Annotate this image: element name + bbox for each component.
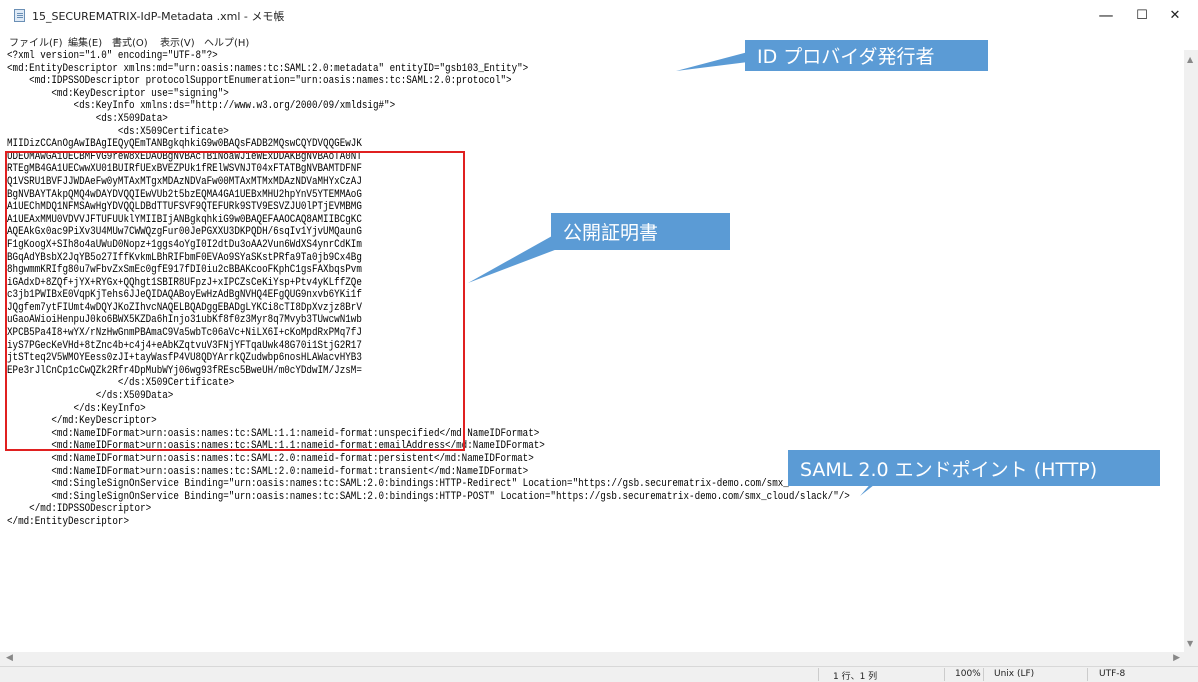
code-line: </md:IDPSSODescriptor> [7, 503, 152, 516]
code-line: <md:SingleSignOnService Binding="urn:oas… [7, 490, 850, 503]
code-line: <?xml version="1.0" encoding="UTF-8"?> [7, 50, 218, 62]
scroll-down-icon[interactable]: ▼ [1187, 639, 1193, 648]
scroll-left-icon[interactable]: ◀ [6, 653, 13, 663]
scroll-right-icon[interactable]: ▶ [1173, 653, 1180, 663]
code-line: <md:NameIDFormat>urn:oasis:names:tc:SAML… [7, 453, 534, 465]
horizontal-scrollbar[interactable]: ◀ ▶ [0, 652, 1184, 666]
title-bar: 15_SECUREMATRIX-IdP-Metadata .xml - メモ帳 … [0, 0, 1198, 30]
window-title: 15_SECUREMATRIX-IdP-Metadata .xml - メモ帳 [32, 10, 285, 23]
menu-format[interactable]: 書式(O) [112, 34, 148, 49]
menu-file[interactable]: ファイル(F) [9, 34, 63, 49]
issuer-callout: ID プロバイダ発行者 [745, 40, 988, 71]
code-line: <md:KeyDescriptor use="signing"> [7, 87, 229, 100]
code-line: <ds:KeyInfo xmlns:ds="http://www.w3.org/… [7, 100, 396, 113]
code-line: <ds:X509Certificate> [7, 125, 229, 138]
code-line: <md:SingleSignOnService Binding="urn:oas… [7, 478, 873, 491]
menu-edit[interactable]: 編集(E) [68, 34, 102, 49]
notepad-icon [14, 9, 25, 22]
code-line: <md:IDPSSODescriptor protocolSupportEnum… [7, 75, 512, 88]
zoom-level: 100% [955, 669, 981, 679]
menu-help[interactable]: ヘルプ(H) [204, 34, 249, 49]
encoding: UTF-8 [1099, 669, 1126, 679]
cursor-position: 1 行、1 列 [833, 672, 878, 682]
close-button[interactable]: ✕ [1152, 0, 1198, 30]
code-line: <md:NameIDFormat>urn:oasis:names:tc:SAML… [7, 465, 529, 478]
code-line: <ds:X509Data> [7, 112, 168, 125]
certificate-callout: 公開証明書 [551, 213, 730, 250]
scroll-up-icon[interactable]: ▲ [1187, 55, 1193, 64]
code-line: MIIDizCCAnOgAwIBAgIEQyQEmTANBgkqhkiG9w0B… [7, 138, 362, 151]
code-line: <md:EntityDescriptor xmlns:md="urn:oasis… [7, 62, 529, 75]
status-bar: 1 行、1 列 100% Unix (LF) UTF-8 [0, 666, 1198, 682]
line-ending: Unix (LF) [994, 669, 1035, 679]
scrollbar-corner [1184, 652, 1198, 666]
certificate-highlight [5, 151, 465, 451]
menu-view[interactable]: 表示(V) [160, 34, 195, 49]
vertical-scrollbar[interactable]: ▲ ▼ [1184, 50, 1198, 652]
code-line: </md:EntityDescriptor> [7, 515, 129, 528]
endpoint-callout: SAML 2.0 エンドポイント (HTTP) [788, 450, 1160, 486]
